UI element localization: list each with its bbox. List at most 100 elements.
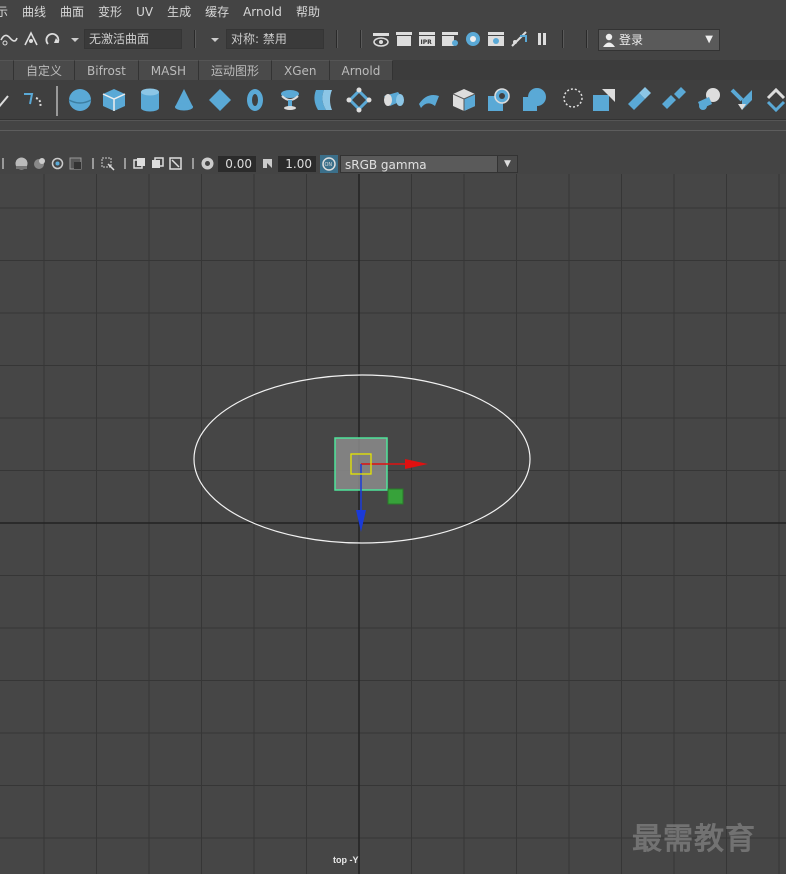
snap-view-plane-icon[interactable]	[44, 30, 62, 48]
dropdown-arrow-icon[interactable]	[66, 30, 84, 48]
exposure-field[interactable]: 0.00	[218, 156, 256, 172]
panel-toolbar: 0.00 1.00 ON sRGB gamma ▼	[0, 154, 786, 174]
dropdown-arrow-icon[interactable]	[206, 30, 224, 48]
fillet-icon[interactable]	[695, 86, 723, 114]
snap-point-icon[interactable]	[22, 30, 40, 48]
detach-icon[interactable]	[660, 86, 688, 114]
nurbs-sphere-icon[interactable]	[66, 86, 94, 114]
chevron-down-icon: ▼	[705, 34, 713, 45]
project-curve-icon[interactable]	[557, 86, 585, 114]
exposure-icon[interactable]	[200, 156, 215, 171]
manipulator-x-arrow-icon[interactable]	[405, 459, 428, 469]
attach-icon[interactable]	[625, 86, 653, 114]
menu-deform[interactable]: 变形	[91, 0, 129, 24]
user-icon	[603, 33, 615, 47]
tab-bifrost[interactable]: Bifrost	[75, 60, 139, 80]
shelf-divider	[56, 86, 58, 116]
menu-surfaces[interactable]: 曲面	[53, 0, 91, 24]
nurbs-plane-icon[interactable]	[206, 86, 234, 114]
move-manipulator[interactable]	[334, 437, 428, 532]
separator	[92, 158, 94, 169]
xray-icon[interactable]	[132, 156, 147, 171]
menu-uv[interactable]: UV	[129, 0, 160, 24]
menu-display[interactable]: 示	[0, 0, 15, 24]
nurbs-cone-icon[interactable]	[170, 86, 198, 114]
separator	[336, 30, 338, 48]
tab-custom[interactable]: 自定义	[14, 60, 76, 80]
reverse-direction-icon[interactable]	[762, 86, 786, 114]
xray-active-icon[interactable]	[168, 156, 183, 171]
nurbs-torus-icon[interactable]	[241, 86, 269, 114]
color-space-dropdown[interactable]: sRGB gamma ▼	[340, 155, 518, 173]
revolve-icon[interactable]	[276, 86, 304, 114]
nurbs-cube-icon[interactable]	[100, 86, 128, 114]
boundary-icon[interactable]	[450, 86, 478, 114]
separator	[124, 158, 126, 169]
lighting-icon[interactable]	[50, 156, 65, 171]
manipulator-xz-plane-handle[interactable]	[387, 488, 404, 505]
tab-mash[interactable]: MASH	[138, 60, 199, 80]
separator	[192, 158, 194, 169]
separator	[562, 30, 564, 48]
arnold-render-icon[interactable]	[510, 30, 528, 48]
live-surface-field[interactable]: 无激活曲面	[84, 29, 182, 49]
tab-arnold[interactable]: Arnold	[329, 60, 394, 80]
menu-generate[interactable]: 生成	[160, 0, 198, 24]
shelf	[0, 80, 786, 120]
menu-arnold[interactable]: Arnold	[236, 0, 289, 24]
gamma-field[interactable]: 1.00	[278, 156, 316, 172]
menu-bar: 示 曲线 曲面 变形 UV 生成 缓存 Arnold 帮助	[0, 0, 786, 24]
tab-hidden[interactable]	[0, 60, 14, 80]
login-label: 登录	[619, 33, 644, 47]
isolate-select-icon[interactable]	[100, 156, 115, 171]
ipr-render-icon[interactable]: IPR	[418, 30, 436, 48]
render-view-icon[interactable]	[372, 30, 390, 48]
menu-help[interactable]: 帮助	[289, 0, 327, 24]
xray-joints-icon[interactable]	[150, 156, 165, 171]
symmetry-field[interactable]: 对称: 禁用	[226, 29, 324, 49]
render-settings-icon[interactable]	[441, 30, 459, 48]
shadows-icon[interactable]	[68, 156, 83, 171]
watermark: 最需教育	[632, 822, 756, 857]
pause-icon[interactable]	[533, 30, 551, 48]
svg-text:ON: ON	[325, 162, 333, 168]
textured-icon[interactable]	[32, 156, 47, 171]
intersect-icon[interactable]	[520, 86, 548, 114]
svg-text:IPR: IPR	[421, 39, 433, 46]
manipulator-z-arrow-icon[interactable]	[356, 510, 366, 532]
viewport-panel[interactable]: top -Y 最需教育	[0, 174, 786, 874]
status-line: 无激活曲面 对称: 禁用 IPR 登录 ▼	[0, 24, 786, 56]
separator	[360, 30, 362, 48]
render-frame-icon[interactable]	[395, 30, 413, 48]
tab-motion-graphics[interactable]: 运动图形	[198, 60, 272, 80]
menu-curves[interactable]: 曲线	[15, 0, 53, 24]
separator	[194, 30, 196, 48]
planar-icon[interactable]	[345, 86, 373, 114]
nurbs-cylinder-icon[interactable]	[136, 86, 164, 114]
light-editor-icon[interactable]	[487, 30, 505, 48]
color-space-label: sRGB gamma	[345, 158, 427, 172]
viewport-canvas[interactable]	[0, 174, 786, 874]
camera-label: top -Y	[333, 855, 359, 865]
loft-icon[interactable]	[310, 86, 338, 114]
shaded-icon[interactable]	[14, 156, 29, 171]
shelf-tabs: 自定义 Bifrost MASH 运动图形 XGen Arnold	[0, 60, 786, 80]
view-transform-toggle-icon[interactable]: ON	[320, 155, 338, 173]
grid	[0, 174, 786, 874]
tab-xgen[interactable]: XGen	[272, 60, 330, 80]
divider	[0, 130, 786, 131]
trim-tool-icon[interactable]	[590, 86, 618, 114]
rebuild-icon[interactable]	[728, 86, 756, 114]
separator	[2, 158, 4, 169]
curve-tool-icon[interactable]	[0, 86, 22, 114]
bezier-tool-icon[interactable]	[20, 86, 48, 114]
square-surface-icon[interactable]	[485, 86, 513, 114]
separator	[586, 30, 588, 48]
gamma-icon[interactable]	[260, 156, 275, 171]
birail-icon[interactable]	[415, 86, 443, 114]
hypershade-icon[interactable]	[464, 30, 482, 48]
extrude-icon[interactable]	[380, 86, 408, 114]
login-dropdown[interactable]: 登录 ▼	[598, 29, 720, 51]
snap-curve-icon[interactable]	[0, 30, 18, 48]
menu-cache[interactable]: 缓存	[198, 0, 236, 24]
